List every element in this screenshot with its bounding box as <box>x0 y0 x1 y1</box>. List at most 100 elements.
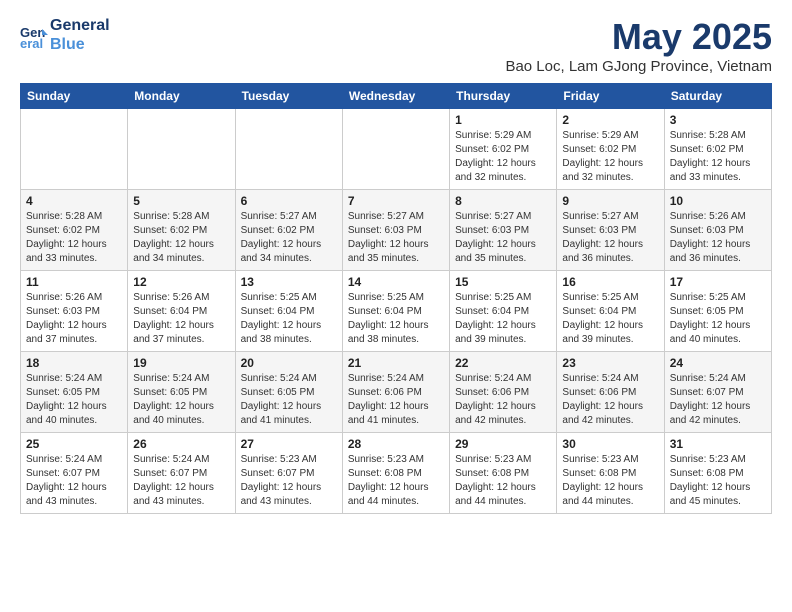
calendar-table: SundayMondayTuesdayWednesdayThursdayFrid… <box>20 83 772 514</box>
day-number: 28 <box>348 437 444 451</box>
calendar-day-cell: 22 Sunrise: 5:24 AM Sunset: 6:06 PM Dayli… <box>450 352 557 433</box>
day-info: Sunrise: 5:24 AM Sunset: 6:06 PM Dayligh… <box>348 372 444 428</box>
calendar-day-cell: 19Sunrise: 5:24 AM Sunset: 6:05 PM Dayli… <box>128 352 235 433</box>
day-number: 8 <box>455 194 551 208</box>
logo-line1: General <box>50 16 110 35</box>
day-number: 19 <box>133 356 229 370</box>
calendar-body: 1 Sunrise: 5:29 AM Sunset: 6:02 PM Daylig… <box>21 109 772 514</box>
calendar-day-cell: 30Sunrise: 5:23 AM Sunset: 6:08 PM Dayli… <box>557 433 664 514</box>
day-info: Sunrise: 5:26 AM Sunset: 6:03 PM Dayligh… <box>670 210 766 266</box>
calendar-day-cell: 7 Sunrise: 5:27 AM Sunset: 6:03 PM Daylig… <box>342 190 449 271</box>
calendar-day-cell: 10 Sunrise: 5:26 AM Sunset: 6:03 PM Dayli… <box>664 190 771 271</box>
calendar-day-cell <box>128 109 235 190</box>
weekday-header: SundayMondayTuesdayWednesdayThursdayFrid… <box>21 84 772 109</box>
day-info: Sunrise: 5:24 AM Sunset: 6:07 PM Dayligh… <box>26 453 122 509</box>
weekday-header-cell: Tuesday <box>235 84 342 109</box>
day-info: Sunrise: 5:25 AM Sunset: 6:04 PM Dayligh… <box>241 291 337 347</box>
day-number: 12 <box>133 275 229 289</box>
calendar-day-cell: 31 Sunrise: 5:23 AM Sunset: 6:08 PM Dayli… <box>664 433 771 514</box>
day-number: 1 <box>455 113 551 127</box>
calendar-day-cell: 2 Sunrise: 5:29 AM Sunset: 6:02 PM Daylig… <box>557 109 664 190</box>
day-number: 26 <box>133 437 229 451</box>
day-number: 2 <box>562 113 658 127</box>
calendar-day-cell: 21Sunrise: 5:24 AM Sunset: 6:06 PM Dayli… <box>342 352 449 433</box>
calendar-day-cell: 25 Sunrise: 5:24 AM Sunset: 6:07 PM Dayli… <box>21 433 128 514</box>
day-info: Sunrise: 5:24 AM Sunset: 6:07 PM Dayligh… <box>133 453 229 509</box>
calendar-day-cell: 3 Sunrise: 5:28 AM Sunset: 6:02 PM Daylig… <box>664 109 771 190</box>
calendar-day-cell: 23Sunrise: 5:24 AM Sunset: 6:06 PM Dayli… <box>557 352 664 433</box>
calendar-week-row: 25 Sunrise: 5:24 AM Sunset: 6:07 PM Dayli… <box>21 433 772 514</box>
calendar-day-cell: 4 Sunrise: 5:28 AM Sunset: 6:02 PM Daylig… <box>21 190 128 271</box>
day-number: 5 <box>133 194 229 208</box>
day-number: 3 <box>670 113 766 127</box>
calendar-day-cell: 8 Sunrise: 5:27 AM Sunset: 6:03 PM Daylig… <box>450 190 557 271</box>
day-info: Sunrise: 5:25 AM Sunset: 6:04 PM Dayligh… <box>455 291 551 347</box>
calendar-day-cell: 24 Sunrise: 5:24 AM Sunset: 6:07 PM Dayli… <box>664 352 771 433</box>
day-number: 6 <box>241 194 337 208</box>
logo: Gen eral General Blue <box>20 16 110 54</box>
calendar-day-cell: 5 Sunrise: 5:28 AM Sunset: 6:02 PM Daylig… <box>128 190 235 271</box>
day-number: 31 <box>670 437 766 451</box>
day-info: Sunrise: 5:25 AM Sunset: 6:05 PM Dayligh… <box>670 291 766 347</box>
day-number: 14 <box>348 275 444 289</box>
calendar-day-cell: 18 Sunrise: 5:24 AM Sunset: 6:05 PM Dayli… <box>21 352 128 433</box>
calendar-day-cell: 14 Sunrise: 5:25 AM Sunset: 6:04 PM Dayli… <box>342 271 449 352</box>
calendar-day-cell: 9Sunrise: 5:27 AM Sunset: 6:03 PM Daylig… <box>557 190 664 271</box>
calendar-subtitle: Bao Loc, Lam GJong Province, Vietnam <box>505 58 772 75</box>
day-number: 4 <box>26 194 122 208</box>
day-number: 13 <box>241 275 337 289</box>
weekday-header-cell: Sunday <box>21 84 128 109</box>
calendar-day-cell <box>21 109 128 190</box>
day-info: Sunrise: 5:27 AM Sunset: 6:03 PM Dayligh… <box>455 210 551 266</box>
day-number: 15 <box>455 275 551 289</box>
day-number: 27 <box>241 437 337 451</box>
day-info: Sunrise: 5:29 AM Sunset: 6:02 PM Dayligh… <box>562 129 658 185</box>
day-info: Sunrise: 5:25 AM Sunset: 6:04 PM Dayligh… <box>348 291 444 347</box>
day-info: Sunrise: 5:28 AM Sunset: 6:02 PM Dayligh… <box>26 210 122 266</box>
calendar-day-cell: 1 Sunrise: 5:29 AM Sunset: 6:02 PM Daylig… <box>450 109 557 190</box>
day-info: Sunrise: 5:24 AM Sunset: 6:05 PM Dayligh… <box>26 372 122 428</box>
day-info: Sunrise: 5:29 AM Sunset: 6:02 PM Dayligh… <box>455 129 551 185</box>
day-info: Sunrise: 5:23 AM Sunset: 6:08 PM Dayligh… <box>670 453 766 509</box>
day-number: 18 <box>26 356 122 370</box>
calendar-day-cell: 20Sunrise: 5:24 AM Sunset: 6:05 PM Dayli… <box>235 352 342 433</box>
calendar-day-cell: 15 Sunrise: 5:25 AM Sunset: 6:04 PM Dayli… <box>450 271 557 352</box>
title-section: May 2025 Bao Loc, Lam GJong Province, Vi… <box>505 16 772 75</box>
day-info: Sunrise: 5:28 AM Sunset: 6:02 PM Dayligh… <box>133 210 229 266</box>
day-info: Sunrise: 5:23 AM Sunset: 6:07 PM Dayligh… <box>241 453 337 509</box>
day-number: 29 <box>455 437 551 451</box>
day-info: Sunrise: 5:27 AM Sunset: 6:02 PM Dayligh… <box>241 210 337 266</box>
calendar-title: May 2025 <box>505 16 772 58</box>
day-info: Sunrise: 5:23 AM Sunset: 6:08 PM Dayligh… <box>562 453 658 509</box>
day-number: 10 <box>670 194 766 208</box>
weekday-header-cell: Monday <box>128 84 235 109</box>
day-number: 16 <box>562 275 658 289</box>
day-info: Sunrise: 5:27 AM Sunset: 6:03 PM Dayligh… <box>348 210 444 266</box>
calendar-day-cell: 17 Sunrise: 5:25 AM Sunset: 6:05 PM Dayli… <box>664 271 771 352</box>
calendar-day-cell: 27 Sunrise: 5:23 AM Sunset: 6:07 PM Dayli… <box>235 433 342 514</box>
day-info: Sunrise: 5:24 AM Sunset: 6:07 PM Dayligh… <box>670 372 766 428</box>
calendar-day-cell: 11Sunrise: 5:26 AM Sunset: 6:03 PM Dayli… <box>21 271 128 352</box>
day-number: 22 <box>455 356 551 370</box>
day-number: 7 <box>348 194 444 208</box>
calendar-day-cell: 12Sunrise: 5:26 AM Sunset: 6:04 PM Dayli… <box>128 271 235 352</box>
day-number: 24 <box>670 356 766 370</box>
day-number: 25 <box>26 437 122 451</box>
weekday-header-cell: Saturday <box>664 84 771 109</box>
calendar-day-cell <box>342 109 449 190</box>
weekday-header-cell: Friday <box>557 84 664 109</box>
calendar-day-cell: 26 Sunrise: 5:24 AM Sunset: 6:07 PM Dayli… <box>128 433 235 514</box>
calendar-day-cell: 16 Sunrise: 5:25 AM Sunset: 6:04 PM Dayli… <box>557 271 664 352</box>
day-info: Sunrise: 5:28 AM Sunset: 6:02 PM Dayligh… <box>670 129 766 185</box>
calendar-day-cell: 29Sunrise: 5:23 AM Sunset: 6:08 PM Dayli… <box>450 433 557 514</box>
calendar-week-row: 1 Sunrise: 5:29 AM Sunset: 6:02 PM Daylig… <box>21 109 772 190</box>
day-info: Sunrise: 5:27 AM Sunset: 6:03 PM Dayligh… <box>562 210 658 266</box>
calendar-day-cell <box>235 109 342 190</box>
logo-icon: Gen eral <box>20 21 48 49</box>
calendar-week-row: 4 Sunrise: 5:28 AM Sunset: 6:02 PM Daylig… <box>21 190 772 271</box>
weekday-header-cell: Thursday <box>450 84 557 109</box>
day-number: 17 <box>670 275 766 289</box>
day-info: Sunrise: 5:25 AM Sunset: 6:04 PM Dayligh… <box>562 291 658 347</box>
day-info: Sunrise: 5:24 AM Sunset: 6:06 PM Dayligh… <box>455 372 551 428</box>
calendar-day-cell: 13 Sunrise: 5:25 AM Sunset: 6:04 PM Dayli… <box>235 271 342 352</box>
